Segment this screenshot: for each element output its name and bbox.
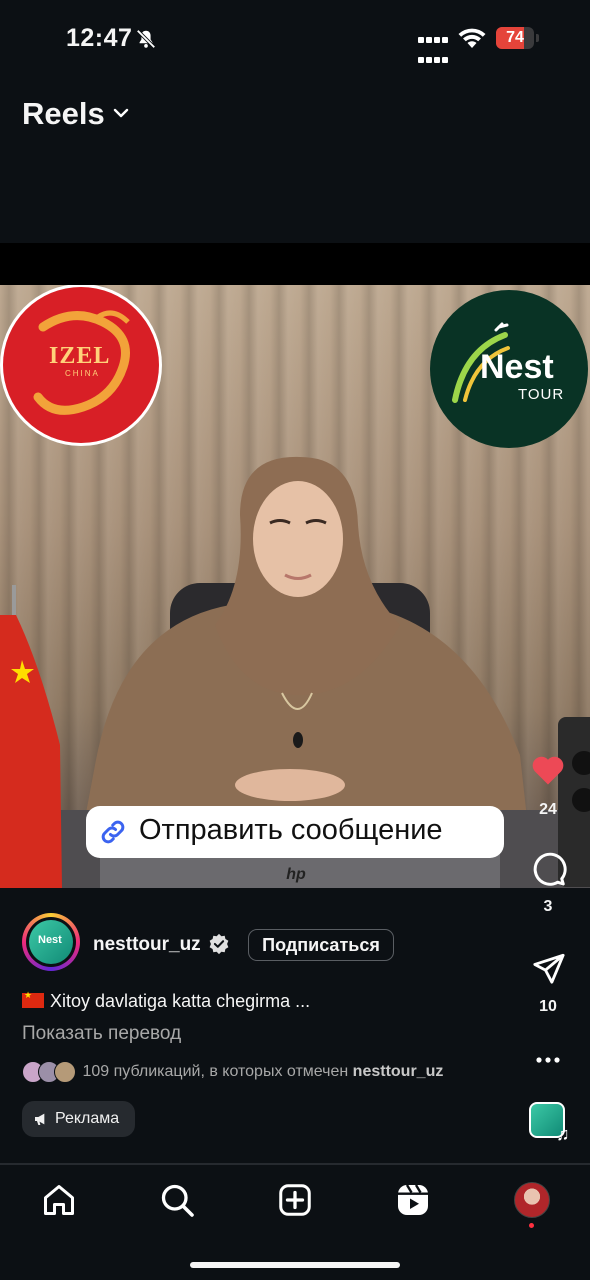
page-title[interactable]: Reels — [22, 96, 105, 132]
send-message-button[interactable]: Отправить сообщение — [86, 806, 504, 858]
caption[interactable]: Xitoy davlatiga katta chegirma ... — [22, 990, 311, 1012]
comment-icon[interactable] — [531, 851, 567, 887]
like-heart-icon[interactable] — [529, 752, 567, 786]
share-icon[interactable] — [531, 951, 567, 985]
header-divider — [0, 243, 590, 285]
share-count: 10 — [539, 998, 557, 1015]
music-note-icon: ♫ — [556, 1124, 570, 1144]
megaphone-icon — [35, 1113, 45, 1125]
tagged-posts-link[interactable]: 109 публикаций, в которых отмечен nestto… — [22, 1061, 444, 1083]
tagged-avatars — [22, 1061, 78, 1083]
izel-text: IZEL — [49, 343, 111, 369]
comment-count: 3 — [543, 898, 553, 915]
status-time: 12:47 — [66, 24, 133, 52]
izel-china-logo: IZEL CHINA — [3, 287, 159, 443]
battery-text: 74 — [506, 29, 524, 46]
bell-off-icon — [136, 29, 156, 49]
notification-dot — [529, 1223, 534, 1228]
laptop-logo: hp — [286, 866, 306, 883]
home-indicator — [190, 1262, 400, 1268]
follow-button[interactable]: Подписаться — [248, 929, 394, 961]
link-icon — [101, 820, 125, 844]
nav-divider — [0, 1163, 590, 1165]
like-count: 24 — [539, 801, 557, 818]
avatar[interactable]: Nest — [29, 920, 73, 964]
create-icon[interactable] — [277, 1182, 313, 1218]
home-icon[interactable] — [41, 1182, 77, 1218]
search-icon[interactable] — [159, 1182, 195, 1218]
battery-indicator: 74 — [496, 27, 540, 51]
nest-text: Nest — [480, 348, 554, 386]
caption-text: Xitoy davlatiga katta chegirma ... — [50, 991, 311, 1011]
signal-icon — [418, 30, 450, 68]
tagged-text: 109 публикаций, в которых отмечен — [82, 1063, 349, 1080]
ad-label-text: Реклама — [55, 1110, 120, 1127]
chevron-down-icon[interactable] — [112, 106, 130, 120]
ad-label-pill[interactable]: Реклама — [22, 1101, 135, 1137]
china-text: CHINA — [65, 369, 100, 378]
show-translation-link[interactable]: Показать перевод — [22, 1023, 181, 1045]
china-flag-icon — [22, 990, 44, 1008]
tour-text: TOUR — [518, 386, 565, 403]
wifi-icon — [458, 28, 486, 48]
username[interactable]: nesttour_uz — [93, 934, 201, 956]
nest-tour-logo: Nest TOUR — [430, 290, 588, 448]
profile-avatar[interactable] — [514, 1182, 550, 1218]
send-message-label: Отправить сообщение — [139, 814, 443, 846]
reel-video[interactable]: hp IZEL CHINA Nest TOUR Отправить сообще… — [0, 285, 590, 888]
verified-badge-icon — [209, 933, 229, 955]
video-bottom-strip — [0, 888, 590, 923]
avatar-logo-text: Nest — [38, 934, 62, 946]
more-options-icon[interactable] — [535, 1052, 561, 1068]
reels-icon[interactable] — [395, 1182, 431, 1218]
tagged-username: nesttour_uz — [352, 1063, 444, 1080]
